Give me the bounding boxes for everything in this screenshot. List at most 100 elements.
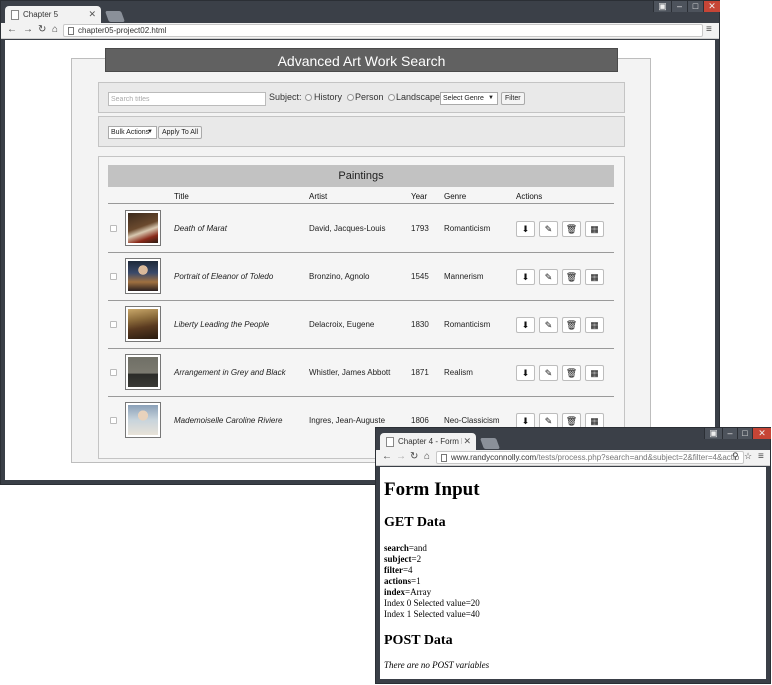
get-value: =4 xyxy=(402,565,413,575)
filter-bar: Subject: History Person Landscape Select… xyxy=(98,82,625,113)
painting-year: 1871 xyxy=(411,368,429,377)
table-row: Portrait of Eleanor of Toledo Bronzino, … xyxy=(108,253,614,301)
painting-thumbnail[interactable] xyxy=(125,354,161,390)
close-window-icon[interactable]: ✕ xyxy=(703,1,720,12)
forward-icon[interactable]: → xyxy=(396,451,406,462)
download-icon[interactable]: ⬇ xyxy=(516,317,535,333)
bulk-actions-select[interactable]: Bulk Actions ▼ xyxy=(108,126,157,139)
minimize-icon[interactable]: – xyxy=(671,1,687,12)
get-pair: filter=4 xyxy=(384,565,413,575)
painting-thumbnail[interactable] xyxy=(125,402,161,438)
radio-person[interactable] xyxy=(347,94,354,101)
painting-artist: Bronzino, Agnolo xyxy=(309,272,370,281)
painting-thumbnail[interactable] xyxy=(125,210,161,246)
row-checkbox[interactable] xyxy=(110,225,117,232)
get-pair: index=Array xyxy=(384,587,431,597)
trash-icon[interactable]: 🗑 xyxy=(562,269,581,285)
image-icon[interactable]: ▦ xyxy=(585,269,604,285)
painting-title[interactable]: Death of Marat xyxy=(174,224,227,233)
maximize-icon[interactable]: □ xyxy=(737,428,752,439)
forward-icon[interactable]: → xyxy=(23,24,33,35)
painting-genre: Realism xyxy=(444,368,473,377)
home-icon[interactable]: ⌂ xyxy=(424,451,430,462)
image-icon[interactable]: ▦ xyxy=(585,221,604,237)
close-tab-icon[interactable]: ✕ xyxy=(463,436,471,447)
image-icon[interactable]: ▦ xyxy=(585,365,604,381)
url-host: www.randyconnolly.com xyxy=(451,453,537,462)
reload-icon[interactable]: ↻ xyxy=(410,451,418,462)
download-icon[interactable]: ⬇ xyxy=(516,365,535,381)
painting-artist: Ingres, Jean-Auguste xyxy=(309,416,386,425)
user-icon[interactable]: ▣ xyxy=(653,1,671,12)
row-checkbox[interactable] xyxy=(110,417,117,424)
column-header-year: Year xyxy=(411,192,428,201)
page-icon xyxy=(68,27,74,35)
search-input[interactable] xyxy=(108,92,266,106)
download-icon[interactable]: ⬇ xyxy=(516,269,535,285)
new-tab-button[interactable] xyxy=(479,438,501,449)
close-tab-icon[interactable]: ✕ xyxy=(88,9,96,20)
browser-window-form-input: Chapter 4 - Form Proces ✕ ▣ – □ ✕ ← → ↻ … xyxy=(375,427,771,684)
address-bar[interactable]: www.randyconnolly.com/tests/process.php?… xyxy=(436,451,744,464)
painting-year: 1830 xyxy=(411,320,429,329)
apply-to-all-button[interactable]: Apply To All xyxy=(158,126,203,139)
maximize-icon[interactable]: □ xyxy=(687,1,703,12)
painting-genre: Romanticism xyxy=(444,224,491,233)
close-window-icon[interactable]: ✕ xyxy=(752,428,771,439)
download-icon[interactable]: ⬇ xyxy=(516,221,535,237)
table-row: Death of Marat David, Jacques-Louis 1793… xyxy=(108,205,614,253)
home-icon[interactable]: ⌂ xyxy=(52,24,58,35)
column-header-artist: Artist xyxy=(309,192,328,201)
edit-icon[interactable]: ✎ xyxy=(539,365,558,381)
search-icon[interactable]: ⚲ xyxy=(732,451,739,462)
browser-tab[interactable]: Chapter 4 - Form Proces ✕ xyxy=(380,433,476,450)
painting-title[interactable]: Liberty Leading the People xyxy=(174,320,269,329)
table-row: Liberty Leading the People Delacroix, Eu… xyxy=(108,301,614,349)
radio-history-label: History xyxy=(314,92,343,102)
painting-thumbnail[interactable] xyxy=(125,306,161,342)
column-header-title: Title xyxy=(174,192,189,201)
edit-icon[interactable]: ✎ xyxy=(539,317,558,333)
chevron-down-icon: ▼ xyxy=(147,129,153,135)
menu-icon[interactable]: ≡ xyxy=(706,24,712,35)
subject-label: Subject: xyxy=(269,92,302,102)
painting-thumbnail[interactable] xyxy=(125,258,161,294)
painting-title[interactable]: Arrangement in Grey and Black xyxy=(174,368,286,377)
trash-icon[interactable]: 🗑 xyxy=(562,221,581,237)
trash-icon[interactable]: 🗑 xyxy=(562,365,581,381)
row-checkbox[interactable] xyxy=(110,273,117,280)
table-caption: Paintings xyxy=(108,165,614,187)
trash-icon[interactable]: 🗑 xyxy=(562,317,581,333)
genre-select[interactable]: Select Genre ▼ xyxy=(440,92,498,105)
painting-genre: Romanticism xyxy=(444,320,491,329)
filter-button[interactable]: Filter xyxy=(501,92,525,105)
menu-icon[interactable]: ≡ xyxy=(758,451,764,462)
edit-icon[interactable]: ✎ xyxy=(539,221,558,237)
paintings-panel: Paintings Title Artist Year Genre Action… xyxy=(98,156,625,459)
back-icon[interactable]: ← xyxy=(7,24,17,35)
address-bar[interactable]: chapter05-project02.html xyxy=(63,24,703,37)
url-path: /tests/process.php?search=and&subject=2&… xyxy=(536,453,740,462)
page-icon xyxy=(386,437,394,447)
post-note: There are no POST variables xyxy=(384,660,490,670)
get-pair: actions=1 xyxy=(384,576,421,586)
back-icon[interactable]: ← xyxy=(382,451,392,462)
browser-toolbar: ← → ↻ ⌂ www.randyconnolly.com/tests/proc… xyxy=(376,450,770,466)
new-tab-button[interactable] xyxy=(104,11,126,22)
radio-history[interactable] xyxy=(305,94,312,101)
edit-icon[interactable]: ✎ xyxy=(539,269,558,285)
user-icon[interactable]: ▣ xyxy=(704,428,722,439)
row-checkbox[interactable] xyxy=(110,321,117,328)
painting-title[interactable]: Portrait of Eleanor of Toledo xyxy=(174,272,273,281)
minimize-icon[interactable]: – xyxy=(722,428,737,439)
painting-title[interactable]: Mademoiselle Caroline Riviere xyxy=(174,416,283,425)
radio-landscape-label: Landscape xyxy=(396,92,441,102)
reload-icon[interactable]: ↻ xyxy=(38,24,46,35)
row-checkbox[interactable] xyxy=(110,369,117,376)
painting-artist: Whistler, James Abbott xyxy=(309,368,391,377)
radio-landscape[interactable] xyxy=(388,94,395,101)
image-icon[interactable]: ▦ xyxy=(585,317,604,333)
star-icon[interactable]: ☆ xyxy=(744,451,752,462)
painting-year: 1793 xyxy=(411,224,429,233)
browser-tab[interactable]: Chapter 5 ✕ xyxy=(5,6,101,23)
